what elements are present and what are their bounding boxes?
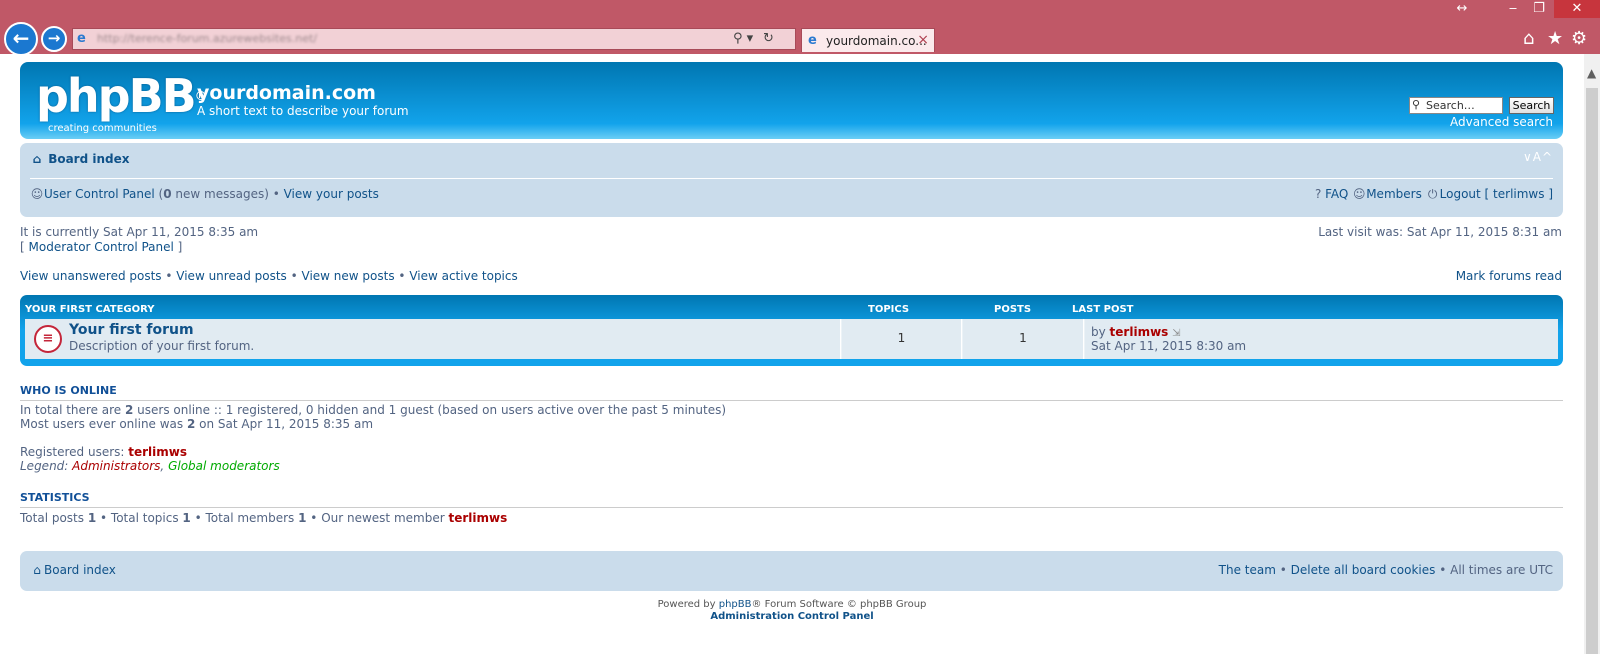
- user-icon: ☺: [30, 187, 44, 201]
- current-time-block: It is currently Sat Apr 11, 2015 8:35 am…: [20, 225, 259, 254]
- scroll-up-icon[interactable]: ▲: [1587, 66, 1596, 80]
- legend-global-moderators-link[interactable]: Global moderators: [168, 459, 280, 473]
- who-is-online-heading[interactable]: WHO IS ONLINE: [20, 384, 1563, 401]
- minimize-button[interactable]: ‒: [1500, 0, 1526, 18]
- footer-board-index-link[interactable]: Board index: [44, 563, 116, 577]
- vertical-scrollbar[interactable]: ▲: [1584, 54, 1600, 654]
- right-links: ? FAQ ☺Members ⏻ Logout [ terlimws ]: [1311, 187, 1553, 202]
- last-visit: Last visit was: Sat Apr 11, 2015 8:31 am: [1318, 225, 1562, 239]
- breadcrumb: ⌂ Board index: [30, 152, 130, 166]
- navbar: ⌂ Board index ∨A^ ☺User Control Panel (0…: [20, 143, 1563, 217]
- ucp-link[interactable]: User Control Panel: [44, 187, 155, 201]
- browser-tab[interactable]: e yourdomain.co... ×: [801, 28, 935, 52]
- statistics-summary: Total posts 1 • Total topics 1 • Total m…: [20, 511, 508, 525]
- the-team-link[interactable]: The team: [1219, 563, 1276, 577]
- forum-description: Description of your first forum.: [69, 339, 255, 353]
- footer-navbar: ⌂ Board index The team • Delete all board…: [20, 551, 1563, 591]
- site-header: phpBB® creating communities yourdomain.c…: [20, 62, 1563, 139]
- faq-link[interactable]: FAQ: [1325, 187, 1348, 201]
- forum-cell: ≡ Your first forum Description of your f…: [25, 319, 841, 359]
- legend-administrators-link[interactable]: Administrators: [72, 459, 160, 473]
- search-icon: ⚲: [1412, 98, 1421, 111]
- category-title[interactable]: YOUR FIRST CATEGORY: [25, 304, 155, 315]
- board-index-link[interactable]: Board index: [48, 152, 129, 166]
- back-arrow-icon: ←: [12, 26, 30, 50]
- ie-logo-icon: e: [77, 31, 86, 46]
- forward-arrow-icon: →: [47, 29, 61, 47]
- home-icon[interactable]: ⌂: [1523, 28, 1534, 49]
- close-tab-icon[interactable]: ×: [917, 32, 929, 48]
- category-block: YOUR FIRST CATEGORY TOPICS POSTS LAST PO…: [20, 295, 1563, 366]
- footer-breadcrumb: ⌂ Board index: [30, 563, 116, 577]
- phpbb-link[interactable]: phpBB: [719, 599, 752, 610]
- mcp-link[interactable]: Moderator Control Panel: [29, 240, 174, 254]
- footer-links: The team • Delete all board cookies • Al…: [1218, 563, 1553, 577]
- address-bar[interactable]: e http://terence-forum.azurewebsites.net…: [72, 28, 796, 50]
- mark-forums-read-link[interactable]: Mark forums read: [1456, 269, 1562, 283]
- members-icon: ☺: [1352, 187, 1366, 201]
- advanced-search-link[interactable]: Advanced search: [1450, 115, 1553, 129]
- acp-link[interactable]: Administration Control Panel: [710, 611, 873, 622]
- members-link[interactable]: Members: [1366, 187, 1422, 201]
- col-topics: TOPICS: [868, 304, 910, 315]
- delete-cookies-link[interactable]: Delete all board cookies: [1291, 563, 1436, 577]
- navbar-divider: [30, 178, 1553, 179]
- faq-icon: ?: [1314, 187, 1322, 201]
- ie-logo-icon: e: [808, 33, 817, 48]
- col-posts: POSTS: [994, 304, 1032, 315]
- favorites-star-icon[interactable]: ★: [1547, 28, 1563, 49]
- new-posts-link[interactable]: View new posts: [302, 269, 395, 283]
- power-icon: ⏻: [1427, 187, 1438, 201]
- statistics-heading: STATISTICS: [20, 491, 1563, 508]
- forum-row: ≡ Your first forum Description of your f…: [25, 319, 1558, 359]
- page-content: phpBB® creating communities yourdomain.c…: [0, 54, 1584, 654]
- browser-chrome: ← → e http://terence-forum.azurewebsites…: [0, 0, 1600, 56]
- phpbb-logo[interactable]: phpBB®: [36, 71, 207, 121]
- last-post-user-link[interactable]: terlimws: [1110, 325, 1169, 339]
- site-title: yourdomain.com: [197, 82, 376, 104]
- search-input[interactable]: ⚲ Search…: [1409, 97, 1503, 114]
- view-your-posts-link[interactable]: View your posts: [284, 187, 379, 201]
- user-links: ☺User Control Panel (0 new messages) • V…: [30, 187, 379, 201]
- timezone-note: All times are UTC: [1450, 563, 1553, 577]
- address-url: http://terence-forum.azurewebsites.net/: [97, 32, 318, 45]
- unread-posts-link[interactable]: View unread posts: [176, 269, 287, 283]
- forward-button[interactable]: →: [41, 26, 67, 52]
- forum-name-link[interactable]: Your first forum: [69, 322, 194, 338]
- search-button[interactable]: Search: [1509, 97, 1554, 114]
- settings-gear-icon[interactable]: ⚙: [1571, 28, 1587, 49]
- home-icon: ⌂: [33, 563, 41, 577]
- current-time: It is currently Sat Apr 11, 2015 8:35 am: [20, 225, 259, 239]
- close-window-button[interactable]: ✕: [1554, 0, 1600, 18]
- online-summary: In total there are 2 users online :: 1 r…: [20, 403, 727, 431]
- forum-read-icon: ≡: [34, 325, 62, 353]
- newest-member-link[interactable]: terlimws: [448, 511, 507, 525]
- tab-title: yourdomain.co...: [826, 34, 927, 48]
- logout-link[interactable]: Logout [ terlimws ]: [1440, 187, 1553, 201]
- active-topics-link[interactable]: View active topics: [409, 269, 517, 283]
- refresh-icon[interactable]: ↻: [763, 31, 774, 46]
- home-icon: ⌂: [32, 152, 42, 166]
- font-size-toggle[interactable]: ∨A^: [1523, 150, 1553, 164]
- registered-user-link[interactable]: terlimws: [128, 445, 187, 459]
- col-last-post: LAST POST: [1072, 304, 1134, 315]
- logo-tagline: creating communities: [48, 123, 157, 134]
- forum-posts-count: 1: [963, 319, 1084, 359]
- search-links: View unanswered posts • View unread post…: [20, 269, 518, 283]
- powered-by: Powered by phpBB® Forum Software © phpBB…: [657, 599, 927, 610]
- forum-topics-count: 1: [842, 319, 962, 359]
- back-button[interactable]: ←: [4, 22, 38, 56]
- restore-button[interactable]: ❐: [1526, 0, 1552, 18]
- scrollbar-thumb[interactable]: [1586, 88, 1598, 654]
- forum-last-post: by terlimws ⇲ Sat Apr 11, 2015 8:30 am: [1085, 319, 1558, 359]
- last-post-time: Sat Apr 11, 2015 8:30 am: [1091, 339, 1247, 353]
- registered-users: Registered users: terlimws Legend: Admin…: [20, 445, 280, 473]
- site-description: A short text to describe your forum: [197, 104, 409, 118]
- view-latest-post-icon[interactable]: ⇲: [1172, 328, 1180, 339]
- search-dropdown-icon[interactable]: ⚲ ▾: [733, 31, 753, 46]
- resize-icon[interactable]: ↔: [1449, 0, 1475, 18]
- unanswered-posts-link[interactable]: View unanswered posts: [20, 269, 162, 283]
- new-messages-count: 0: [163, 187, 172, 201]
